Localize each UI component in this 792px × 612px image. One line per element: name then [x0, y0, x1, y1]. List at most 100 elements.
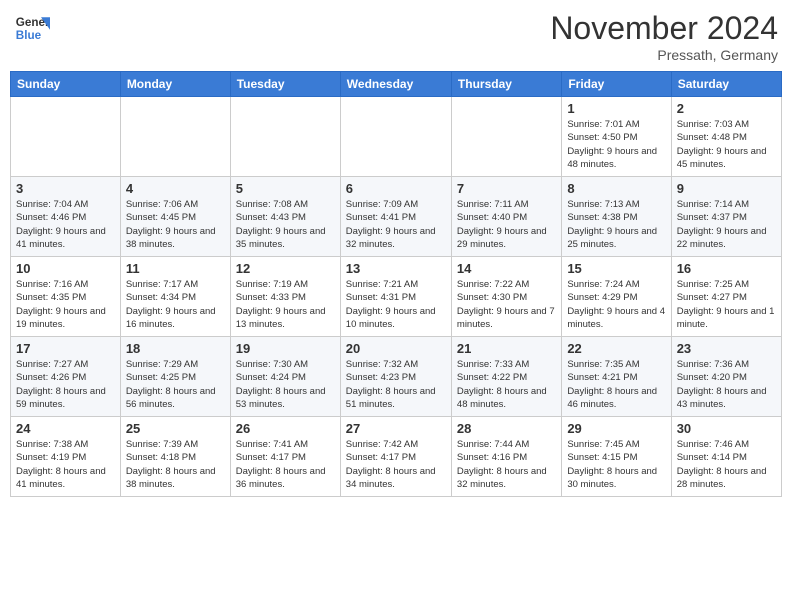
- day-info: Sunrise: 7:21 AM Sunset: 4:31 PM Dayligh…: [346, 278, 446, 331]
- day-info: Sunrise: 7:19 AM Sunset: 4:33 PM Dayligh…: [236, 278, 335, 331]
- day-number: 7: [457, 181, 556, 196]
- day-info: Sunrise: 7:17 AM Sunset: 4:34 PM Dayligh…: [126, 278, 225, 331]
- day-info: Sunrise: 7:16 AM Sunset: 4:35 PM Dayligh…: [16, 278, 115, 331]
- day-header-wednesday: Wednesday: [340, 72, 451, 97]
- logo: General Blue: [14, 10, 50, 46]
- day-info: Sunrise: 7:45 AM Sunset: 4:15 PM Dayligh…: [567, 438, 665, 491]
- calendar-empty-cell: [120, 97, 230, 177]
- day-info: Sunrise: 7:42 AM Sunset: 4:17 PM Dayligh…: [346, 438, 446, 491]
- day-header-friday: Friday: [562, 72, 671, 97]
- day-number: 21: [457, 341, 556, 356]
- calendar-day-12: 12 Sunrise: 7:19 AM Sunset: 4:33 PM Dayli…: [230, 257, 340, 337]
- day-info: Sunrise: 7:06 AM Sunset: 4:45 PM Dayligh…: [126, 198, 225, 251]
- day-info: Sunrise: 7:38 AM Sunset: 4:19 PM Dayligh…: [16, 438, 115, 491]
- calendar-day-2: 2Sunrise: 7:03 AM Sunset: 4:48 PM Daylig…: [671, 97, 781, 177]
- calendar-day-7: 7Sunrise: 7:11 AM Sunset: 4:40 PM Daylig…: [451, 177, 561, 257]
- calendar-day-21: 21 Sunrise: 7:33 AM Sunset: 4:22 PM Dayli…: [451, 337, 561, 417]
- calendar-empty-cell: [230, 97, 340, 177]
- day-info: Sunrise: 7:32 AM Sunset: 4:23 PM Dayligh…: [346, 358, 446, 411]
- day-info: Sunrise: 7:27 AM Sunset: 4:26 PM Dayligh…: [16, 358, 115, 411]
- day-number: 4: [126, 181, 225, 196]
- day-number: 8: [567, 181, 665, 196]
- calendar-day-28: 28 Sunrise: 7:44 AM Sunset: 4:16 PM Dayli…: [451, 417, 561, 497]
- calendar-day-11: 11 Sunrise: 7:17 AM Sunset: 4:34 PM Dayli…: [120, 257, 230, 337]
- day-number: 28: [457, 421, 556, 436]
- day-number: 17: [16, 341, 115, 356]
- day-number: 11: [126, 261, 225, 276]
- calendar-header-row: SundayMondayTuesdayWednesdayThursdayFrid…: [11, 72, 782, 97]
- calendar-week-row: 10 Sunrise: 7:16 AM Sunset: 4:35 PM Dayli…: [11, 257, 782, 337]
- day-info: Sunrise: 7:14 AM Sunset: 4:37 PM Dayligh…: [677, 198, 776, 251]
- day-header-monday: Monday: [120, 72, 230, 97]
- day-number: 23: [677, 341, 776, 356]
- calendar-day-1: 1Sunrise: 7:01 AM Sunset: 4:50 PM Daylig…: [562, 97, 671, 177]
- day-number: 5: [236, 181, 335, 196]
- day-number: 10: [16, 261, 115, 276]
- day-info: Sunrise: 7:04 AM Sunset: 4:46 PM Dayligh…: [16, 198, 115, 251]
- day-info: Sunrise: 7:35 AM Sunset: 4:21 PM Dayligh…: [567, 358, 665, 411]
- day-number: 24: [16, 421, 115, 436]
- day-info: Sunrise: 7:44 AM Sunset: 4:16 PM Dayligh…: [457, 438, 556, 491]
- calendar-empty-cell: [11, 97, 121, 177]
- calendar-day-18: 18Sunrise: 7:29 AM Sunset: 4:25 PM Dayli…: [120, 337, 230, 417]
- day-info: Sunrise: 7:09 AM Sunset: 4:41 PM Dayligh…: [346, 198, 446, 251]
- day-header-tuesday: Tuesday: [230, 72, 340, 97]
- day-number: 27: [346, 421, 446, 436]
- calendar-day-10: 10 Sunrise: 7:16 AM Sunset: 4:35 PM Dayli…: [11, 257, 121, 337]
- day-number: 6: [346, 181, 446, 196]
- calendar-day-19: 19 Sunrise: 7:30 AM Sunset: 4:24 PM Dayli…: [230, 337, 340, 417]
- calendar-table: SundayMondayTuesdayWednesdayThursdayFrid…: [10, 71, 782, 497]
- calendar-day-29: 29 Sunrise: 7:45 AM Sunset: 4:15 PM Dayli…: [562, 417, 671, 497]
- location: Pressath, Germany: [550, 47, 778, 63]
- day-info: Sunrise: 7:30 AM Sunset: 4:24 PM Dayligh…: [236, 358, 335, 411]
- month-title: November 2024: [550, 10, 778, 47]
- calendar-day-17: 17 Sunrise: 7:27 AM Sunset: 4:26 PM Dayli…: [11, 337, 121, 417]
- calendar-day-3: 3 Sunrise: 7:04 AM Sunset: 4:46 PM Daylig…: [11, 177, 121, 257]
- day-info: Sunrise: 7:03 AM Sunset: 4:48 PM Dayligh…: [677, 118, 776, 171]
- day-header-sunday: Sunday: [11, 72, 121, 97]
- svg-text:Blue: Blue: [16, 29, 42, 42]
- day-number: 9: [677, 181, 776, 196]
- day-info: Sunrise: 7:39 AM Sunset: 4:18 PM Dayligh…: [126, 438, 225, 491]
- calendar-day-16: 16Sunrise: 7:25 AM Sunset: 4:27 PM Dayli…: [671, 257, 781, 337]
- day-number: 12: [236, 261, 335, 276]
- page-header: General Blue November 2024 Pressath, Ger…: [10, 10, 782, 63]
- calendar-week-row: 17 Sunrise: 7:27 AM Sunset: 4:26 PM Dayli…: [11, 337, 782, 417]
- calendar-day-30: 30 Sunrise: 7:46 AM Sunset: 4:14 PM Dayli…: [671, 417, 781, 497]
- day-number: 29: [567, 421, 665, 436]
- calendar-day-14: 14 Sunrise: 7:22 AM Sunset: 4:30 PM Dayli…: [451, 257, 561, 337]
- day-number: 3: [16, 181, 115, 196]
- calendar-day-15: 15Sunrise: 7:24 AM Sunset: 4:29 PM Dayli…: [562, 257, 671, 337]
- day-number: 15: [567, 261, 665, 276]
- day-info: Sunrise: 7:41 AM Sunset: 4:17 PM Dayligh…: [236, 438, 335, 491]
- day-number: 22: [567, 341, 665, 356]
- day-number: 1: [567, 101, 665, 116]
- day-info: Sunrise: 7:13 AM Sunset: 4:38 PM Dayligh…: [567, 198, 665, 251]
- day-number: 30: [677, 421, 776, 436]
- calendar-day-4: 4 Sunrise: 7:06 AM Sunset: 4:45 PM Daylig…: [120, 177, 230, 257]
- calendar-day-9: 9 Sunrise: 7:14 AM Sunset: 4:37 PM Daylig…: [671, 177, 781, 257]
- calendar-day-20: 20 Sunrise: 7:32 AM Sunset: 4:23 PM Dayli…: [340, 337, 451, 417]
- day-number: 26: [236, 421, 335, 436]
- day-number: 14: [457, 261, 556, 276]
- calendar-empty-cell: [340, 97, 451, 177]
- day-info: Sunrise: 7:22 AM Sunset: 4:30 PM Dayligh…: [457, 278, 556, 331]
- calendar-day-22: 22 Sunrise: 7:35 AM Sunset: 4:21 PM Dayli…: [562, 337, 671, 417]
- calendar-day-26: 26 Sunrise: 7:41 AM Sunset: 4:17 PM Dayli…: [230, 417, 340, 497]
- calendar-day-23: 23Sunrise: 7:36 AM Sunset: 4:20 PM Dayli…: [671, 337, 781, 417]
- calendar-day-25: 25 Sunrise: 7:39 AM Sunset: 4:18 PM Dayli…: [120, 417, 230, 497]
- day-info: Sunrise: 7:08 AM Sunset: 4:43 PM Dayligh…: [236, 198, 335, 251]
- day-info: Sunrise: 7:33 AM Sunset: 4:22 PM Dayligh…: [457, 358, 556, 411]
- day-number: 19: [236, 341, 335, 356]
- day-info: Sunrise: 7:46 AM Sunset: 4:14 PM Dayligh…: [677, 438, 776, 491]
- day-number: 25: [126, 421, 225, 436]
- calendar-day-5: 5 Sunrise: 7:08 AM Sunset: 4:43 PM Daylig…: [230, 177, 340, 257]
- day-number: 13: [346, 261, 446, 276]
- calendar-week-row: 3 Sunrise: 7:04 AM Sunset: 4:46 PM Daylig…: [11, 177, 782, 257]
- day-header-thursday: Thursday: [451, 72, 561, 97]
- title-block: November 2024 Pressath, Germany: [550, 10, 778, 63]
- day-info: Sunrise: 7:25 AM Sunset: 4:27 PM Dayligh…: [677, 278, 776, 331]
- day-number: 20: [346, 341, 446, 356]
- calendar-day-27: 27 Sunrise: 7:42 AM Sunset: 4:17 PM Dayli…: [340, 417, 451, 497]
- calendar-week-row: 24 Sunrise: 7:38 AM Sunset: 4:19 PM Dayli…: [11, 417, 782, 497]
